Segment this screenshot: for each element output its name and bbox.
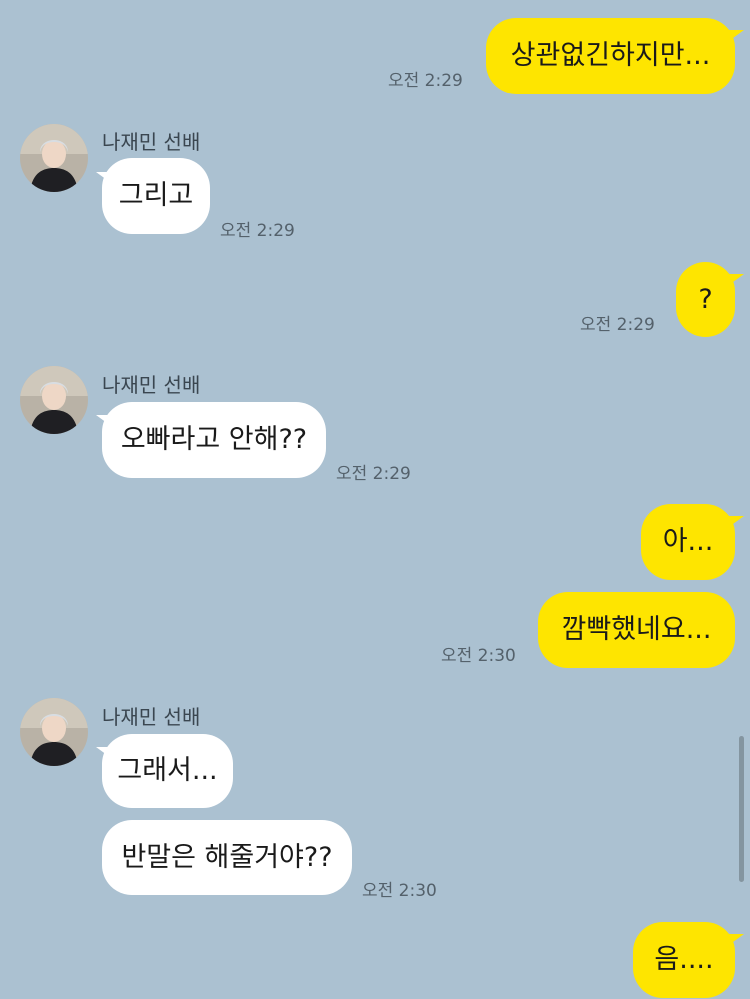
my-message-bubble[interactable]: 깜빡했네요... (538, 592, 735, 668)
scrollbar[interactable] (739, 736, 744, 882)
message-text: 그리고 (118, 180, 194, 211)
message-text: 음.... (654, 944, 714, 975)
avatar[interactable] (20, 698, 88, 766)
timestamp: 오전 2:29 (220, 221, 295, 241)
their-message-bubble[interactable]: 반말은 해줄거야?? (102, 820, 352, 895)
sender-name: 나재민 선배 (102, 373, 201, 397)
their-message-bubble[interactable]: 오빠라고 안해?? (102, 402, 326, 478)
my-message-bubble[interactable]: 상관없긴하지만... (486, 18, 735, 94)
bubble-tail (722, 516, 744, 532)
message-text: 오빠라고 안해?? (120, 424, 308, 455)
timestamp: 오전 2:30 (362, 881, 437, 901)
message-text: 상관없긴하지만... (510, 40, 711, 71)
their-message-bubble[interactable]: 그리고 (102, 158, 210, 234)
my-message-bubble[interactable]: 아... (641, 504, 735, 580)
timestamp: 오전 2:29 (580, 315, 655, 335)
sender-name: 나재민 선배 (102, 705, 201, 729)
timestamp: 오전 2:29 (388, 71, 463, 91)
bubble-tail (722, 30, 744, 46)
my-message-bubble[interactable]: 음.... (633, 922, 735, 998)
message-text: ? (698, 283, 713, 315)
avatar[interactable] (20, 124, 88, 192)
message-text: 깜빡했네요... (561, 614, 712, 645)
profile-photo-icon (20, 366, 88, 434)
message-text: 그래서... (117, 755, 218, 786)
profile-photo-icon (20, 698, 88, 766)
bubble-tail (722, 934, 744, 950)
timestamp: 오전 2:30 (441, 646, 516, 666)
avatar[interactable] (20, 366, 88, 434)
profile-photo-icon (20, 124, 88, 192)
sender-name: 나재민 선배 (102, 130, 201, 154)
their-message-bubble[interactable]: 그래서... (102, 734, 233, 808)
message-text: 아... (662, 526, 714, 557)
timestamp: 오전 2:29 (336, 464, 411, 484)
message-text: 반말은 해줄거야?? (121, 841, 333, 873)
bubble-tail (722, 274, 744, 290)
